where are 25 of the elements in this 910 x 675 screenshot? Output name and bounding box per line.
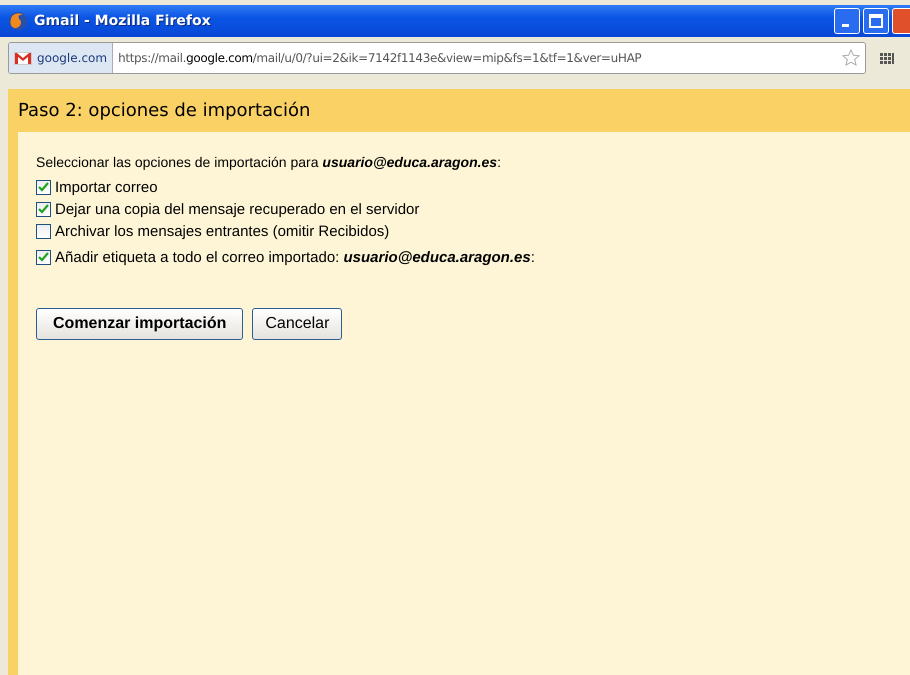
option-label: Añadir etiqueta a todo el correo importado: usuario@educa.aragon.es:: [55, 248, 535, 266]
start-import-button[interactable]: Comenzar importación: [36, 308, 244, 340]
maximize-icon: [869, 14, 883, 28]
window-title: Gmail - Mozilla Firefox: [34, 13, 212, 29]
browser-logo-icon: [8, 11, 28, 31]
intro-text: Seleccionar las opciones de importación para usuario@educa.aragon.es:: [36, 154, 502, 170]
toolbar-grid-icon[interactable]: [880, 52, 894, 64]
option-label: Dejar una copia del mensaje recuperado en el servidor: [55, 200, 420, 218]
page-heading: Paso 2: opciones de importación: [18, 100, 310, 121]
checkbox[interactable]: [36, 202, 51, 216]
maximize-button[interactable]: [863, 8, 889, 34]
site-name: google.com: [37, 51, 108, 65]
minimize-button[interactable]: [834, 8, 860, 34]
mail-icon: [14, 52, 32, 64]
star-icon[interactable]: [841, 48, 861, 68]
checkbox[interactable]: [36, 180, 51, 194]
checkbox[interactable]: [36, 250, 51, 264]
option-label: Importar correo: [55, 178, 158, 196]
minimize-icon: [842, 24, 849, 27]
option-label: Archivar los mensajes entrantes (omitir Recibidos): [55, 222, 390, 240]
checkbox[interactable]: [36, 224, 51, 238]
address-bar[interactable]: google.com https://mail.google.com/mail/u/0/?ui=2&ik=7142f1143e&view=mip&fs=1&tf=1&ver=uHAP: [8, 42, 866, 74]
cancel-button[interactable]: Cancelar: [252, 308, 342, 340]
site-identity[interactable]: google.com: [9, 43, 114, 73]
url-text: https://mail.google.com/mail/u/0/?ui=2&ik=7142f1143e&view=mip&fs=1&tf=1&ver=uHAP: [117, 51, 642, 65]
